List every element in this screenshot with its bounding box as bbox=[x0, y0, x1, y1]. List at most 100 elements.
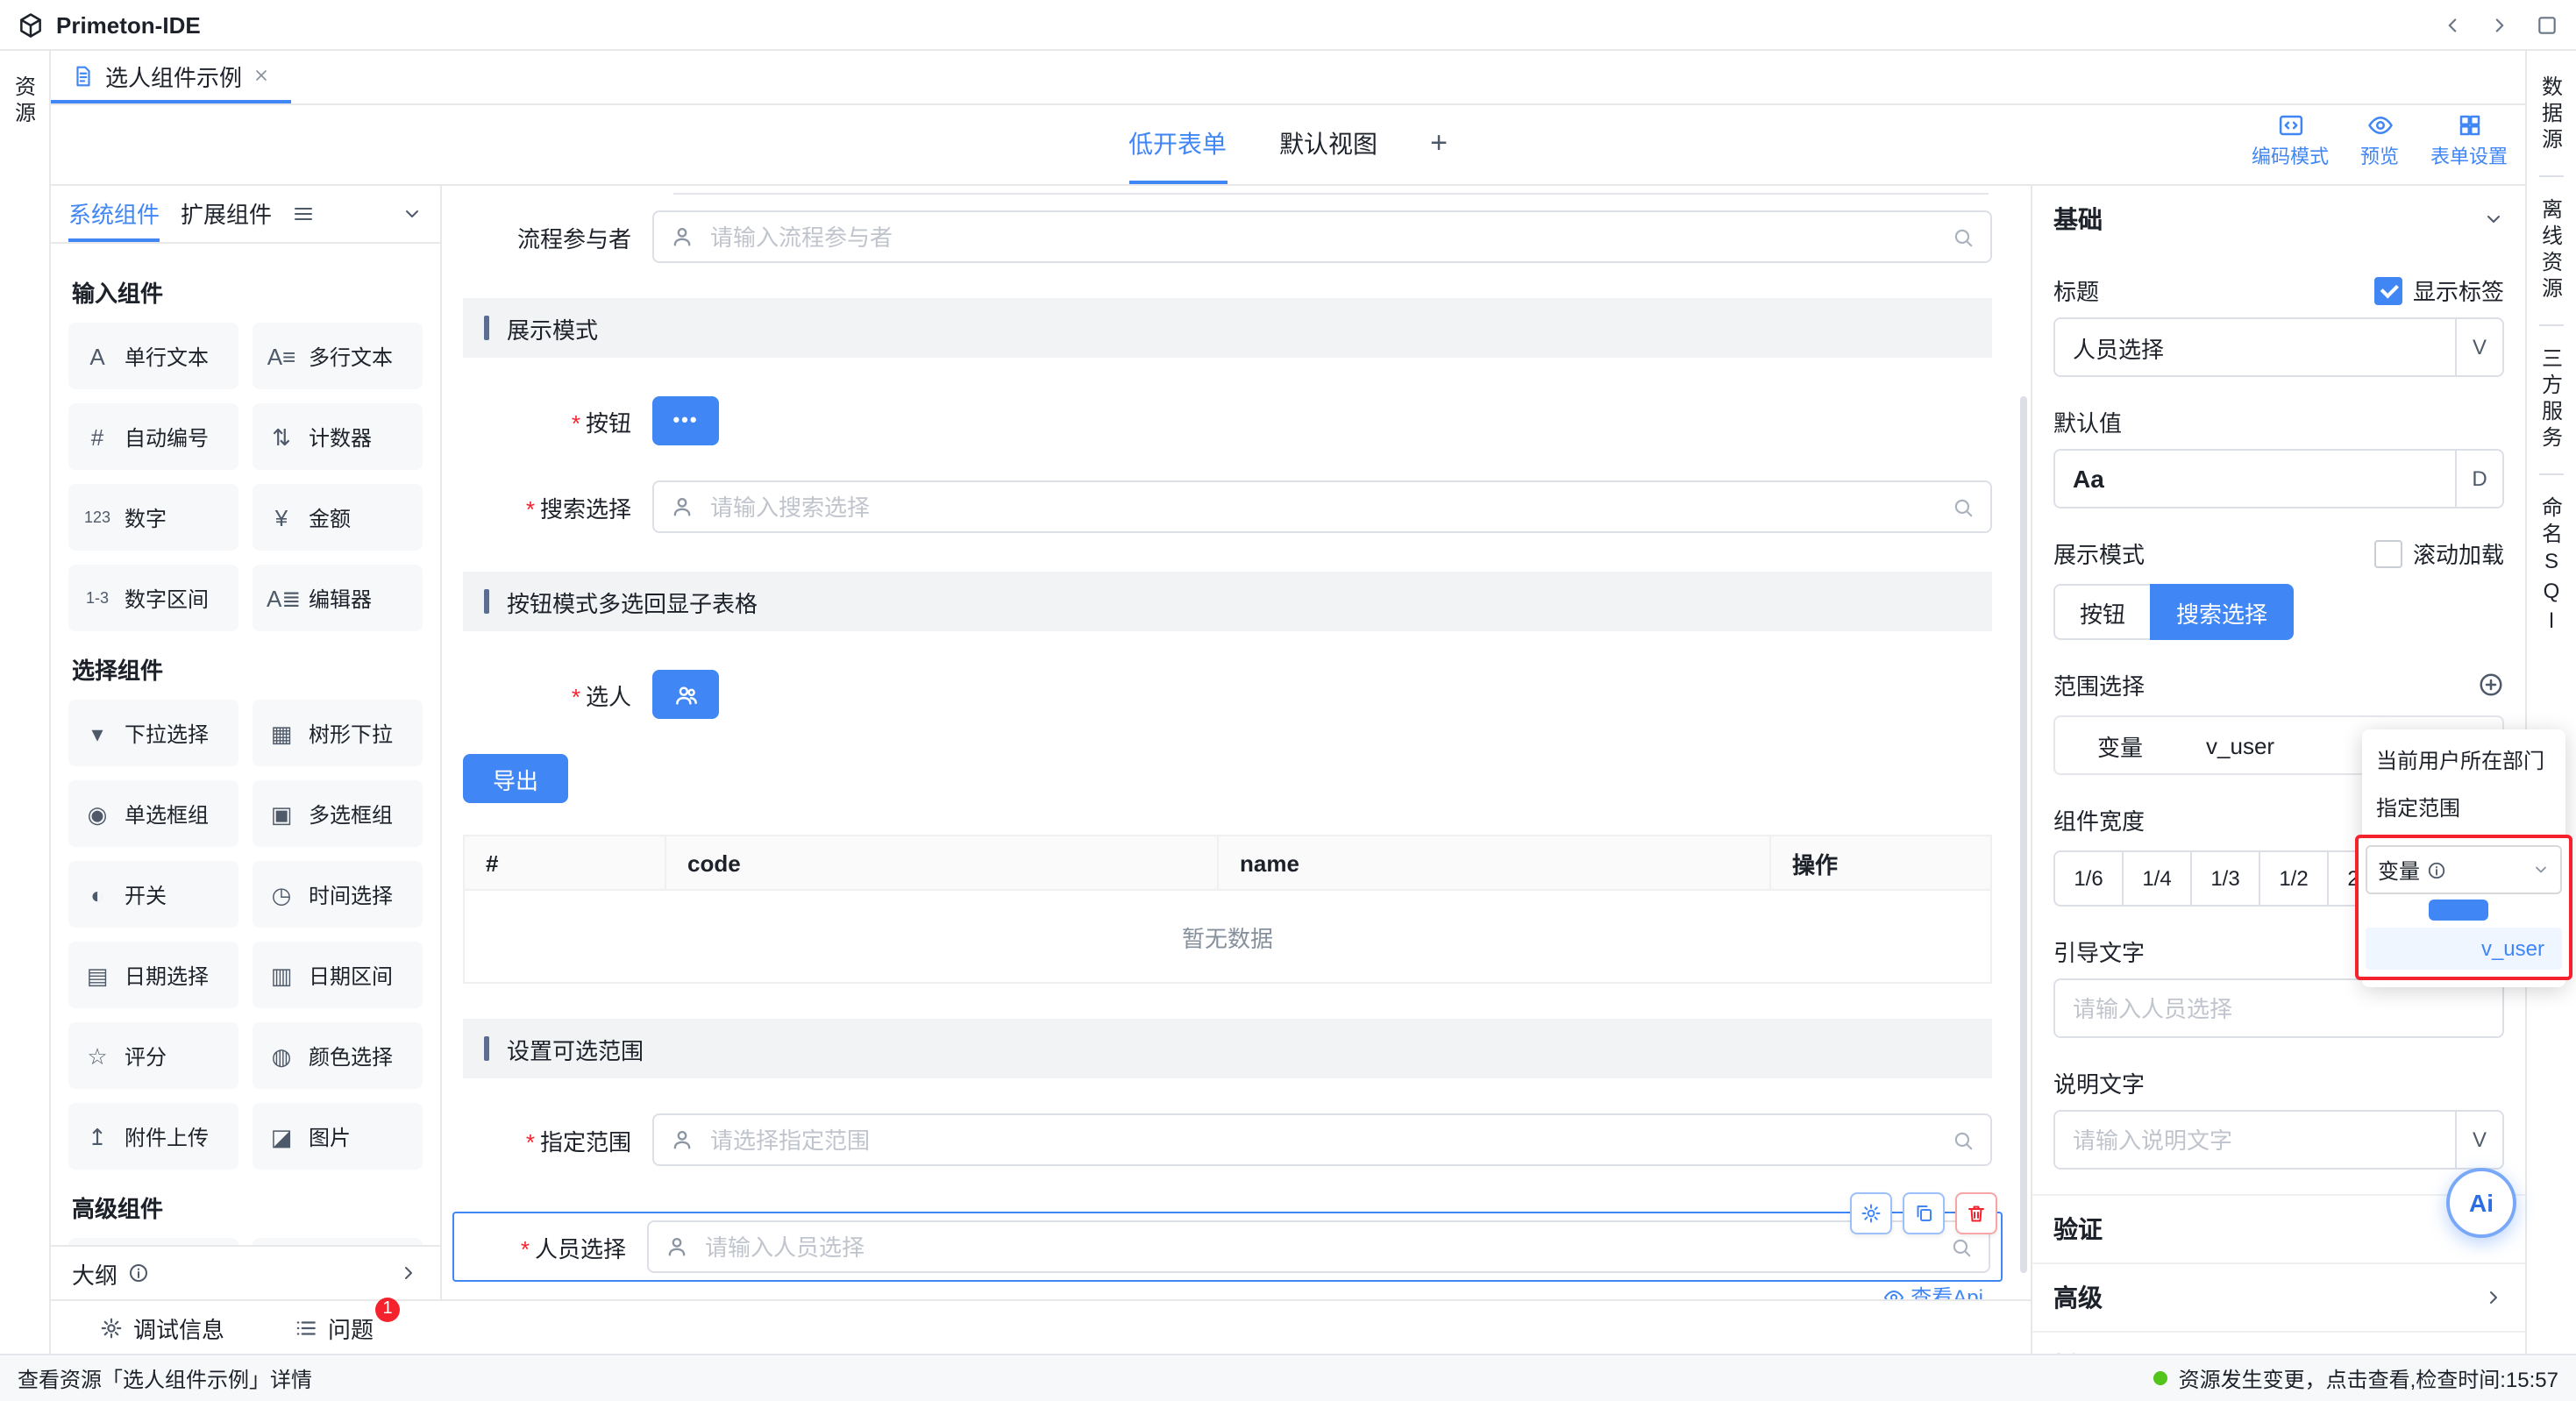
title-value-field[interactable] bbox=[2055, 319, 2455, 375]
tab-extension-components[interactable]: 扩展组件 bbox=[181, 186, 272, 242]
popup-option-assign-range[interactable]: 指定范围 bbox=[2362, 784, 2565, 831]
desc-text-field[interactable] bbox=[2055, 1112, 2455, 1168]
palette-item-editor[interactable]: A≣编辑器 bbox=[253, 565, 423, 631]
variable-option-v-user[interactable]: v_user bbox=[2366, 928, 2562, 970]
section-validate[interactable]: 验证 bbox=[2053, 1196, 2504, 1262]
outline-toggle[interactable]: 大纲 bbox=[51, 1245, 440, 1299]
palette-item-rating[interactable]: ☆评分 bbox=[68, 1022, 238, 1089]
mode-option-button[interactable]: 按钮 bbox=[2053, 584, 2152, 640]
palette-item-color-picker[interactable]: ◍颜色选择 bbox=[253, 1022, 423, 1089]
palette-item-single-line-text[interactable]: A单行文本 bbox=[68, 323, 238, 389]
search-select-field[interactable] bbox=[707, 492, 1939, 522]
palette-item-image[interactable]: ◪图片 bbox=[253, 1103, 423, 1170]
palette-item-radio-group[interactable]: ◉单选框组 bbox=[68, 780, 238, 847]
default-value-field[interactable] bbox=[2055, 451, 2455, 507]
form-settings-button[interactable]: 表单设置 bbox=[2430, 112, 2508, 170]
palette-item-person-select[interactable]: ○人员选择 bbox=[68, 1238, 238, 1245]
palette-item-date-picker[interactable]: ▤日期选择 bbox=[68, 942, 238, 1008]
add-scope-icon[interactable] bbox=[2478, 672, 2504, 698]
process-participant-field[interactable] bbox=[707, 222, 1939, 252]
assign-range-input[interactable] bbox=[652, 1113, 1992, 1166]
preview-button[interactable]: 预览 bbox=[2360, 112, 2399, 170]
checkbox-checked-icon[interactable] bbox=[2374, 276, 2402, 304]
mode-option-search-select[interactable]: 搜索选择 bbox=[2150, 584, 2294, 640]
width-option[interactable]: 1/3 bbox=[2190, 850, 2260, 907]
selected-field-person-select[interactable]: *人员选择 查看Ap bbox=[452, 1212, 2003, 1282]
show-label-checkbox[interactable]: 显示标签 bbox=[2374, 274, 2504, 307]
checkbox-unchecked-icon[interactable] bbox=[2374, 539, 2402, 567]
palette-item-multi-line-text[interactable]: A≡多行文本 bbox=[253, 323, 423, 389]
palette-item-time-picker[interactable]: ◷时间选择 bbox=[253, 861, 423, 928]
palette-item-org-select[interactable]: ◫机构选择 bbox=[253, 1238, 423, 1245]
sidebar-item-third-party-services[interactable]: 三方服务 bbox=[2541, 337, 2562, 463]
palette-item-counter[interactable]: ⇅计数器 bbox=[253, 403, 423, 470]
palette-menu-icon[interactable] bbox=[293, 203, 314, 224]
sidebar-item-named-sql[interactable]: 命名SQl bbox=[2541, 486, 2562, 649]
view-api-link[interactable]: 查看Api bbox=[1882, 1282, 1983, 1299]
section-advanced[interactable]: 高级 bbox=[2053, 1264, 2504, 1331]
single-line-text-icon: A bbox=[82, 345, 112, 367]
popup-option-current-department[interactable]: 当前用户所在部门 bbox=[2362, 736, 2565, 784]
title-input[interactable]: V bbox=[2053, 317, 2504, 377]
person-pick-button[interactable] bbox=[652, 670, 719, 719]
section-style[interactable]: 样式 bbox=[2053, 1333, 2504, 1354]
palette-item-dropdown[interactable]: ▾下拉选择 bbox=[68, 700, 238, 766]
canvas-scrollbar[interactable] bbox=[2020, 396, 2027, 1273]
palette-item-number-range[interactable]: 1-3数字区间 bbox=[68, 565, 238, 631]
column-name: name bbox=[1219, 836, 1771, 889]
field-copy-button[interactable] bbox=[1903, 1192, 1945, 1234]
width-option[interactable]: 1/4 bbox=[2122, 850, 2192, 907]
sidebar-item-data-source[interactable]: 数据源 bbox=[2541, 65, 2562, 165]
problems-button[interactable]: 问题 1 bbox=[295, 1311, 374, 1344]
sidebar-item-resources[interactable]: 资源 bbox=[14, 65, 35, 139]
palette-item-checkbox-group[interactable]: ▣多选框组 bbox=[253, 780, 423, 847]
process-participant-input[interactable] bbox=[652, 210, 1992, 263]
field-delete-button[interactable] bbox=[1955, 1192, 1997, 1234]
default-value-input[interactable]: D bbox=[2053, 449, 2504, 508]
tab-person-component-example[interactable]: 选人组件示例 bbox=[51, 51, 291, 103]
search-select-input[interactable] bbox=[652, 480, 1992, 533]
export-button[interactable]: 导出 bbox=[463, 754, 568, 803]
desc-text-input[interactable]: V bbox=[2053, 1110, 2504, 1170]
palette-item-label: 多选框组 bbox=[309, 799, 393, 829]
title-variable-toggle[interactable]: V bbox=[2455, 319, 2502, 375]
default-variable-toggle[interactable]: D bbox=[2455, 451, 2502, 507]
tab-system-components[interactable]: 系统组件 bbox=[68, 186, 160, 242]
palette-item-label: 编辑器 bbox=[309, 583, 372, 613]
palette-item-date-range[interactable]: ▥日期区间 bbox=[253, 942, 423, 1008]
person-select-field[interactable] bbox=[701, 1232, 1938, 1262]
debug-info-button[interactable]: 调试信息 bbox=[100, 1311, 224, 1344]
code-mode-icon bbox=[2277, 112, 2303, 139]
guide-text-input[interactable] bbox=[2053, 978, 2504, 1038]
palette-item-attachment-upload[interactable]: ↥附件上传 bbox=[68, 1103, 238, 1170]
resource-changed-notice[interactable]: 资源发生变更，点击查看,检查时间:15:57 bbox=[2154, 1363, 2558, 1393]
assign-range-field[interactable] bbox=[707, 1125, 1939, 1155]
tab-default-view[interactable]: 默认视图 bbox=[1279, 105, 1377, 184]
table-header: # code name 操作 bbox=[465, 836, 1990, 889]
window-icon[interactable] bbox=[2536, 13, 2558, 36]
ai-assistant-button[interactable]: Ai bbox=[2446, 1168, 2516, 1238]
palette-item-currency[interactable]: ¥金额 bbox=[253, 484, 423, 551]
tab-lowcode-form[interactable]: 低开表单 bbox=[1128, 105, 1227, 184]
code-mode-button[interactable]: 编码模式 bbox=[2252, 112, 2329, 170]
width-option[interactable]: 1/2 bbox=[2259, 850, 2329, 907]
field-settings-button[interactable] bbox=[1850, 1192, 1892, 1234]
section-basic[interactable]: 基础 bbox=[2053, 186, 2504, 252]
sidebar-item-offline-resources[interactable]: 离线资源 bbox=[2541, 188, 2562, 314]
add-view-tab-button[interactable]: + bbox=[1430, 105, 1448, 184]
palette-item-number[interactable]: 123数字 bbox=[68, 484, 238, 551]
palette-item-auto-number[interactable]: #自动编号 bbox=[68, 403, 238, 470]
scroll-load-checkbox[interactable]: 滚动加载 bbox=[2374, 537, 2504, 570]
close-tab-icon[interactable] bbox=[253, 67, 270, 84]
palette-item-tree-dropdown[interactable]: ▦树形下拉 bbox=[253, 700, 423, 766]
desc-variable-toggle[interactable]: V bbox=[2455, 1112, 2502, 1168]
palette-item-switch[interactable]: ◐开关 bbox=[68, 861, 238, 928]
variable-select[interactable]: 变量 bbox=[2366, 845, 2562, 894]
picker-button[interactable]: ••• bbox=[652, 396, 719, 445]
palette-collapse-icon[interactable] bbox=[402, 203, 423, 224]
guide-text-field[interactable] bbox=[2055, 980, 2502, 1036]
width-option[interactable]: 1/6 bbox=[2053, 850, 2124, 907]
nav-forward-icon[interactable] bbox=[2488, 13, 2511, 36]
nav-back-icon[interactable] bbox=[2441, 13, 2464, 36]
person-select-input[interactable] bbox=[647, 1220, 1990, 1273]
